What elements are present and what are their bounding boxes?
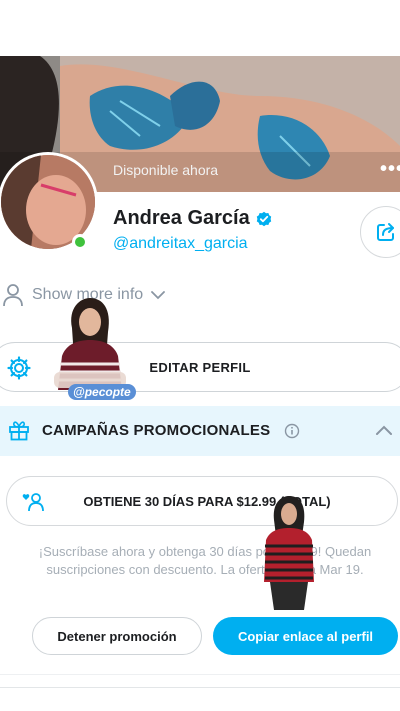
share-icon — [377, 223, 394, 241]
chevron-down-icon — [151, 291, 166, 300]
chevron-up-icon[interactable] — [375, 424, 393, 436]
more-dots-icon[interactable]: ••• — [380, 158, 400, 181]
info-icon[interactable] — [284, 423, 300, 439]
gift-icon — [9, 421, 29, 441]
online-indicator — [72, 234, 88, 250]
sticker-person-left — [54, 298, 126, 390]
promo-title: CAMPAÑAS PROMOCIONALES — [42, 422, 271, 439]
profile-name-row: Andrea García — [113, 207, 272, 230]
person-icon — [3, 284, 23, 307]
share-button[interactable] — [360, 206, 400, 258]
promo-offer-label: OBTIENE 30 DÍAS PARA $12.99 (TOTAL) — [83, 494, 331, 509]
profile-username[interactable]: @andreitax_garcia — [113, 235, 248, 253]
sticker-person-right — [264, 496, 314, 610]
profile-name: Andrea García — [113, 207, 250, 229]
availability-status: Disponible ahora — [113, 162, 219, 178]
stop-promotion-button[interactable]: Detener promoción — [32, 617, 202, 655]
top-strip — [0, 0, 400, 56]
copy-profile-link-button[interactable]: Copiar enlace al perfil — [213, 617, 398, 655]
promo-description: ¡Suscríbase ahora y obtenga 30 días por … — [38, 544, 372, 577]
gear-icon — [7, 356, 31, 380]
divider — [0, 687, 400, 688]
verified-badge-icon — [256, 211, 271, 226]
promo-offer-button[interactable]: OBTIENE 30 DÍAS PARA $12.99 (TOTAL) — [6, 476, 398, 526]
divider — [0, 674, 400, 675]
promo-campaigns-header[interactable]: CAMPAÑAS PROMOCIONALES — [0, 406, 400, 456]
sticker-handle: @pecopte — [68, 384, 136, 400]
